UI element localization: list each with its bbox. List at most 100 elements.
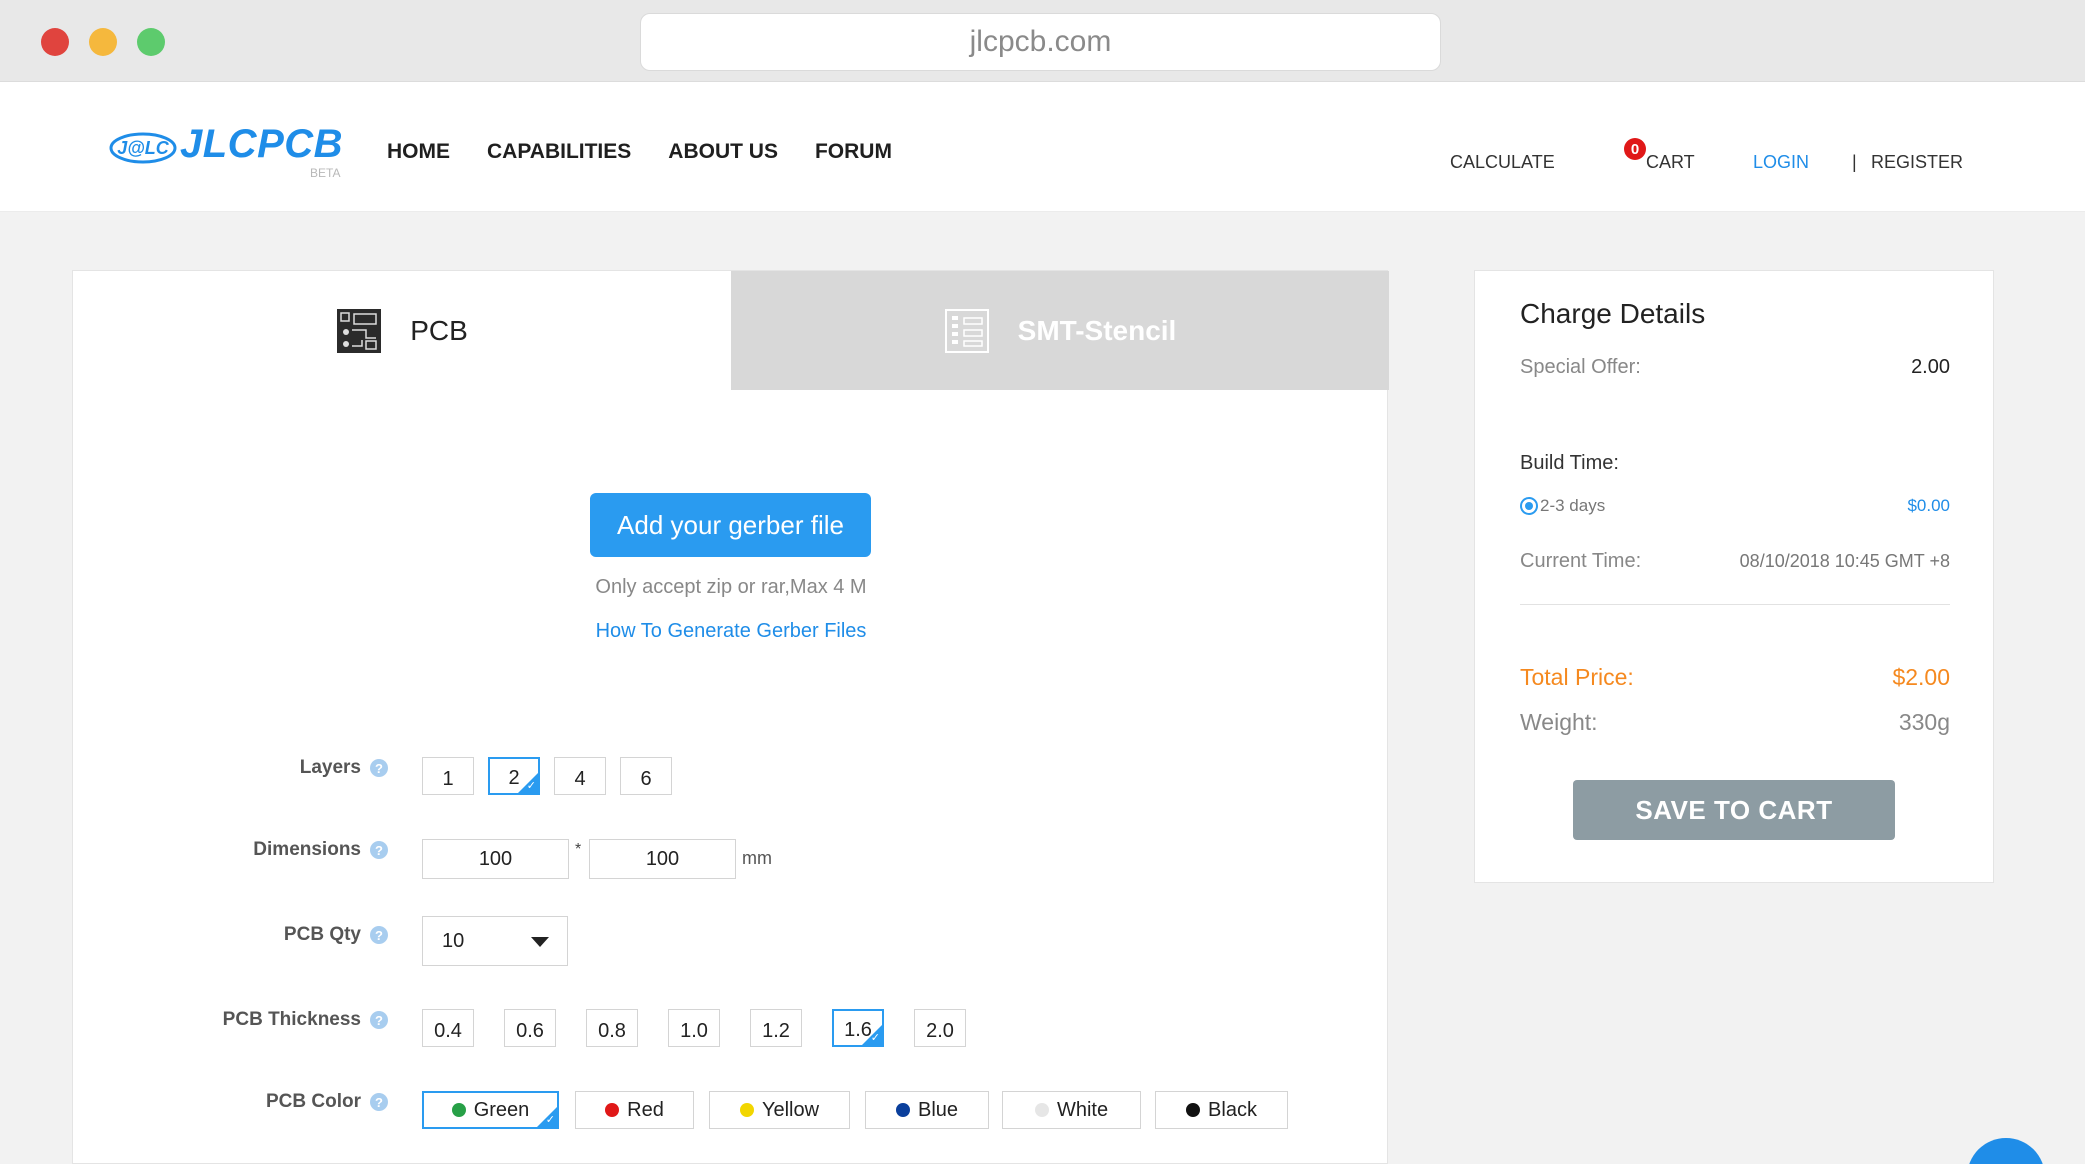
blue-swatch: [895, 1103, 910, 1117]
jlc-badge-icon: J@LC: [109, 132, 177, 164]
color-option-green[interactable]: Green ✓: [422, 1091, 559, 1129]
thickness-option-0.4[interactable]: 0.4: [422, 1009, 474, 1047]
weight-row: Weight: 330g: [1520, 709, 1950, 736]
dimension-unit: mm: [742, 848, 772, 868]
thickness-option-2.0[interactable]: 2.0: [914, 1009, 966, 1047]
build-time-days: 2-3 days: [1540, 496, 1606, 515]
help-icon[interactable]: ?: [370, 841, 388, 859]
register-link[interactable]: REGISTER: [1871, 152, 1963, 173]
add-gerber-file-button[interactable]: Add your gerber file: [590, 493, 871, 557]
cart-label: CART: [1646, 152, 1695, 172]
white-swatch: [1034, 1103, 1049, 1117]
black-swatch: [1186, 1103, 1201, 1117]
yellow-swatch: [739, 1103, 754, 1117]
special-offer-row: Special Offer: 2.00: [1520, 356, 1950, 379]
divider: [1520, 604, 1950, 605]
total-price-label: Total Price:: [1520, 664, 1634, 690]
build-time-choice[interactable]: 2-3 days: [1520, 496, 1605, 516]
upload-note: Only accept zip or rar,Max 4 M: [595, 576, 867, 598]
product-tabs: PCB SMT-Stencil: [73, 271, 1389, 390]
build-time-price: $0.00: [1907, 496, 1950, 515]
color-option-white[interactable]: White: [1002, 1091, 1141, 1129]
help-icon[interactable]: ?: [370, 1011, 388, 1029]
dimension-height-input[interactable]: 100: [589, 839, 736, 879]
layers-option-1[interactable]: 1: [422, 757, 474, 795]
dimension-width-input[interactable]: 100: [422, 839, 569, 879]
charge-details-title: Charge Details: [1520, 298, 1706, 329]
close-window-button[interactable]: [41, 28, 69, 56]
help-icon[interactable]: ?: [370, 759, 388, 777]
checkmark-icon: ✓: [545, 1114, 555, 1126]
red-swatch: [605, 1103, 620, 1117]
dimensions-row: Dimensions? 100 * 100 mm: [73, 839, 1389, 881]
svg-text:J@LC: J@LC: [117, 138, 170, 158]
dimensions-label: Dimensions?: [253, 839, 388, 861]
calculate-link[interactable]: CALCULATE: [1450, 152, 1555, 173]
color-option-yellow[interactable]: Yellow: [709, 1091, 850, 1129]
how-to-generate-gerber-link[interactable]: How To Generate Gerber Files: [73, 620, 1389, 643]
layers-option-2[interactable]: 2 ✓: [488, 757, 540, 795]
layers-option-6[interactable]: 6: [620, 757, 672, 795]
maximize-window-button[interactable]: [137, 28, 165, 56]
account-nav: CALCULATE 0 CART LOGIN | REGISTER: [1450, 138, 2010, 182]
minimize-window-button[interactable]: [89, 28, 117, 56]
chevron-down-icon: [531, 937, 549, 947]
how-to-generate-gerber-text[interactable]: How To Generate Gerber Files: [596, 620, 867, 642]
pcb-qty-row: PCB Qty? 10: [73, 916, 1389, 968]
color-option-black[interactable]: Black: [1155, 1091, 1288, 1129]
site-header: J@LC JLCPCB BETA HOME CAPABILITIES ABOUT…: [0, 82, 2085, 212]
thickness-option-0.6[interactable]: 0.6: [504, 1009, 556, 1047]
nav-home[interactable]: HOME: [387, 140, 450, 164]
cart-link[interactable]: 0 CART: [1624, 138, 1695, 173]
green-swatch: [451, 1103, 466, 1117]
thickness-option-1.0[interactable]: 1.0: [668, 1009, 720, 1047]
login-link[interactable]: LOGIN: [1753, 152, 1809, 173]
total-price-row: Total Price: $2.00: [1520, 664, 1950, 691]
address-bar[interactable]: jlcpcb.com: [640, 13, 1441, 71]
current-time-label: Current Time:: [1520, 550, 1642, 572]
logo-wordmark: JLCPCB: [180, 122, 344, 166]
help-icon[interactable]: ?: [370, 926, 388, 944]
checkmark-icon: ✓: [526, 780, 536, 792]
logo-beta-tag: BETA: [310, 166, 341, 180]
pcb-color-label: PCB Color?: [266, 1091, 388, 1113]
checkmark-icon: ✓: [870, 1032, 880, 1044]
weight-value: 330g: [1898, 709, 1950, 735]
pcb-qty-label: PCB Qty?: [284, 924, 388, 946]
total-price-value: $2.00: [1892, 664, 1950, 690]
current-time-row: Current Time: 08/10/2018 10:45 GMT +8: [1520, 550, 1950, 573]
pcb-board-icon: [337, 308, 382, 353]
thickness-option-0.8[interactable]: 0.8: [586, 1009, 638, 1047]
special-offer-value: 2.00: [1911, 356, 1950, 378]
nav-capabilities[interactable]: CAPABILITIES: [487, 140, 631, 164]
order-panel: PCB SMT-Stencil Add your gerber file Onl…: [72, 270, 1389, 1164]
dimension-separator: *: [575, 841, 582, 858]
tab-pcb-label: PCB: [410, 314, 468, 346]
nav-forum[interactable]: FORUM: [815, 140, 892, 164]
layers-option-4[interactable]: 4: [554, 757, 606, 795]
save-to-cart-button[interactable]: SAVE TO CART: [1573, 780, 1895, 840]
pcb-thickness-label: PCB Thickness?: [223, 1009, 388, 1031]
build-time-radio[interactable]: [1520, 497, 1538, 515]
nav-separator: |: [1852, 152, 1857, 172]
thickness-option-1.2[interactable]: 1.2: [750, 1009, 802, 1047]
tab-smt-stencil[interactable]: SMT-Stencil: [731, 271, 1389, 390]
build-time-label: Build Time:: [1520, 452, 1619, 474]
nav-about-us[interactable]: ABOUT US: [668, 140, 778, 164]
jlcpcb-logo[interactable]: J@LC JLCPCB BETA: [108, 122, 348, 182]
layers-row: Layers? 1 2 ✓ 4 6: [73, 757, 1389, 799]
help-icon[interactable]: ?: [370, 1093, 388, 1111]
stencil-icon: [944, 308, 989, 353]
pcb-qty-select[interactable]: 10: [422, 916, 568, 966]
charge-details-panel: Charge Details Special Offer: 2.00 Build…: [1474, 270, 1994, 883]
build-time-option[interactable]: 2-3 days $0.00: [1520, 496, 1950, 516]
color-option-red[interactable]: Red: [575, 1091, 694, 1129]
color-option-blue[interactable]: Blue: [865, 1091, 989, 1129]
tab-pcb[interactable]: PCB: [73, 271, 731, 390]
tab-smt-stencil-label: SMT-Stencil: [1017, 314, 1177, 346]
pcb-color-row: PCB Color? Green ✓ Red Yellow Blue White …: [73, 1091, 1389, 1131]
layers-label: Layers?: [300, 757, 388, 779]
special-offer-label: Special Offer:: [1520, 356, 1641, 378]
thickness-option-1.6[interactable]: 1.6 ✓: [832, 1009, 884, 1047]
cart-count-badge: 0: [1624, 138, 1646, 160]
